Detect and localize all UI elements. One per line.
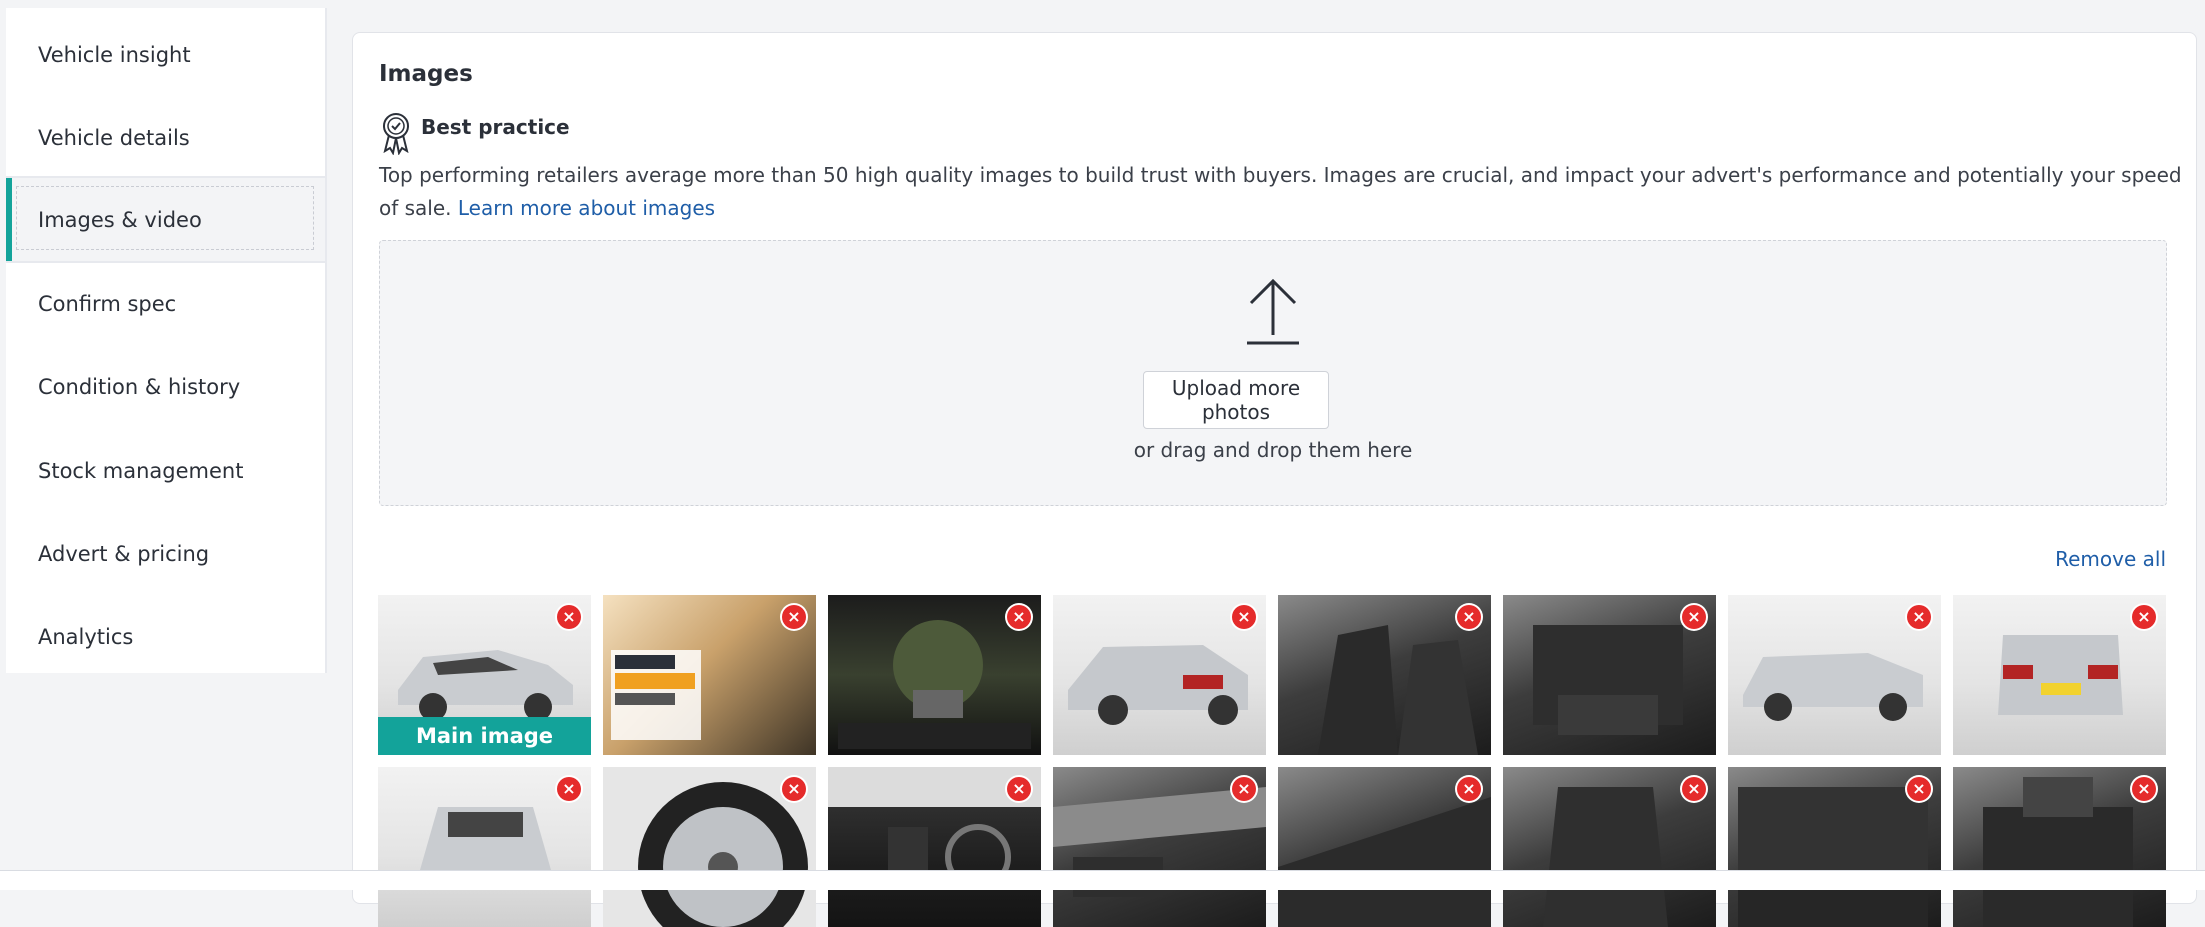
- main-image-label: Main image: [378, 717, 591, 755]
- remove-image-button[interactable]: ×: [1007, 605, 1031, 629]
- image-thumbnail[interactable]: ×: [1278, 767, 1491, 927]
- image-thumbnail[interactable]: ×: [1728, 767, 1941, 927]
- sidebar-item-label: Analytics: [38, 624, 134, 649]
- sidebar-item-label: Condition & history: [38, 374, 241, 399]
- sidebar-item-advert-pricing[interactable]: Advert & pricing: [6, 512, 325, 595]
- sidebar-nav: Vehicle insight Vehicle details Images &…: [6, 8, 327, 673]
- sidebar-item-label: Stock management: [38, 458, 244, 483]
- sidebar-item-vehicle-details[interactable]: Vehicle details: [6, 96, 325, 179]
- upload-dropzone[interactable]: Upload more photos or drag and drop them…: [379, 240, 2167, 506]
- best-practice-title: Best practice: [421, 115, 570, 139]
- image-thumbnail[interactable]: ×: [828, 595, 1041, 755]
- images-card: Images Best practice Top performing reta…: [352, 32, 2197, 927]
- sidebar-item-confirm-spec[interactable]: Confirm spec: [6, 262, 325, 345]
- remove-image-button[interactable]: ×: [2132, 605, 2156, 629]
- remove-image-button[interactable]: ×: [2132, 777, 2156, 801]
- learn-more-link[interactable]: Learn more about images: [458, 196, 715, 220]
- image-thumbnail[interactable]: ×: [603, 595, 816, 755]
- image-thumbnail[interactable]: ×: [1053, 767, 1266, 927]
- image-thumbnail[interactable]: ×: [828, 767, 1041, 927]
- drag-drop-text: or drag and drop them here: [1133, 438, 1413, 462]
- remove-image-button[interactable]: ×: [1232, 777, 1256, 801]
- sidebar-item-stock-management[interactable]: Stock management: [6, 429, 325, 512]
- remove-image-button[interactable]: ×: [557, 777, 581, 801]
- remove-image-button[interactable]: ×: [1007, 777, 1031, 801]
- image-thumbnail[interactable]: ×: [603, 767, 816, 927]
- sidebar-item-label: Vehicle details: [38, 125, 190, 150]
- award-ribbon-icon: [383, 113, 409, 155]
- remove-image-button[interactable]: ×: [1682, 605, 1706, 629]
- best-practice-text: Top performing retailers average more th…: [379, 159, 2189, 225]
- remove-all-link[interactable]: Remove all: [2055, 547, 2166, 571]
- remove-image-button[interactable]: ×: [1682, 777, 1706, 801]
- image-thumbnail[interactable]: ×: [1278, 595, 1491, 755]
- upload-arrow-icon: [1247, 278, 1299, 345]
- bottom-footer-bar: [0, 870, 2205, 890]
- image-thumbnail[interactable]: ×: [1953, 767, 2166, 927]
- sidebar-item-label: Confirm spec: [38, 291, 177, 316]
- sidebar-item-condition-history[interactable]: Condition & history: [6, 345, 325, 428]
- image-thumbnail[interactable]: ×: [378, 767, 591, 927]
- image-thumbnail[interactable]: ×: [1503, 595, 1716, 755]
- upload-more-photos-button[interactable]: Upload more photos: [1143, 371, 1329, 429]
- image-thumbnail[interactable]: ×: [1503, 767, 1716, 927]
- image-thumbnail-main[interactable]: × Main image: [378, 595, 591, 755]
- remove-image-button[interactable]: ×: [1457, 605, 1481, 629]
- remove-image-button[interactable]: ×: [782, 777, 806, 801]
- remove-image-button[interactable]: ×: [1907, 605, 1931, 629]
- sidebar-item-label: Advert & pricing: [38, 541, 210, 566]
- sidebar-item-vehicle-insight[interactable]: Vehicle insight: [6, 13, 325, 96]
- remove-image-button[interactable]: ×: [782, 605, 806, 629]
- focus-outline: [16, 186, 314, 250]
- remove-image-button[interactable]: ×: [1232, 605, 1256, 629]
- active-indicator: [6, 178, 12, 261]
- sidebar-item-label: Vehicle insight: [38, 42, 191, 67]
- image-thumbnail[interactable]: ×: [1953, 595, 2166, 755]
- image-thumbnail[interactable]: ×: [1728, 595, 1941, 755]
- remove-image-button[interactable]: ×: [1457, 777, 1481, 801]
- sidebar-item-analytics[interactable]: Analytics: [6, 595, 325, 678]
- image-thumbnail[interactable]: ×: [1053, 595, 1266, 755]
- remove-image-button[interactable]: ×: [1907, 777, 1931, 801]
- remove-image-button[interactable]: ×: [557, 605, 581, 629]
- sidebar-item-images-video[interactable]: Images & video: [6, 176, 325, 263]
- section-heading: Images: [379, 61, 473, 87]
